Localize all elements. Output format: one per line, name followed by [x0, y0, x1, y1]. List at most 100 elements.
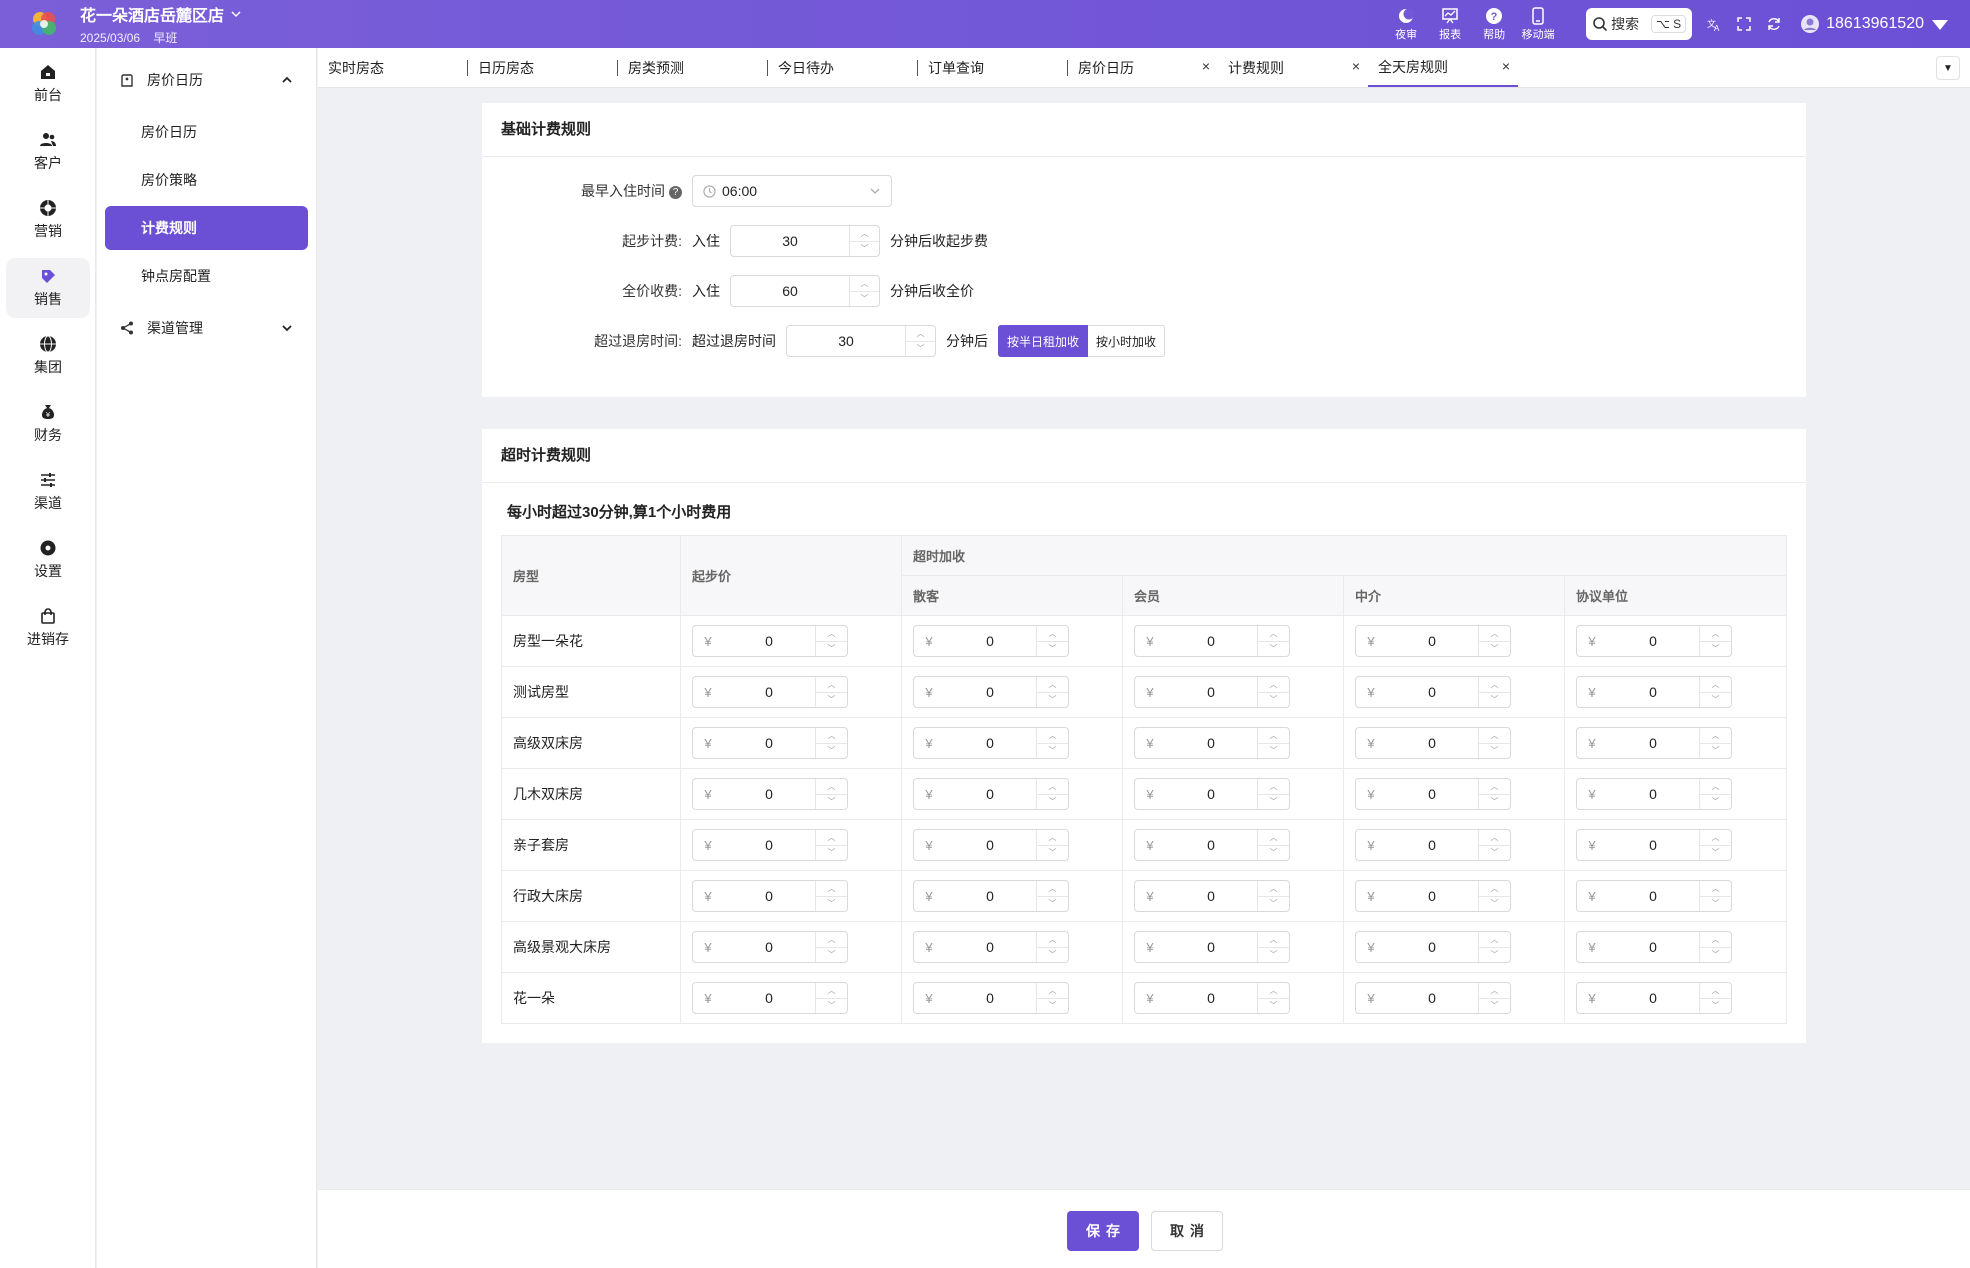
nav-item-front-desk[interactable]: 前台	[6, 54, 90, 114]
increment-icon[interactable]: ︿	[1479, 728, 1510, 743]
close-icon[interactable]: ×	[1352, 58, 1360, 74]
decrement-icon[interactable]: ﹀	[1037, 742, 1068, 759]
increment-icon[interactable]: ︿	[1258, 830, 1289, 845]
nav-item-settings[interactable]: 设置	[6, 530, 90, 590]
help-icon[interactable]: ?	[669, 186, 682, 199]
increment-icon[interactable]: ︿	[1700, 881, 1731, 896]
decrement-icon[interactable]: ﹀	[1700, 997, 1731, 1014]
increment-icon[interactable]: ︿	[1258, 728, 1289, 743]
full-price-minutes-input[interactable]: 60 ︿ ﹀	[730, 275, 880, 307]
nav-item-group[interactable]: 集团	[6, 326, 90, 386]
decrement-icon[interactable]: ﹀	[1258, 793, 1289, 810]
tab-order-query[interactable]: 订单查询	[918, 48, 1068, 87]
decrement-icon[interactable]: ﹀	[1037, 793, 1068, 810]
translate-icon[interactable]: 文A	[1706, 16, 1722, 32]
global-search[interactable]: 搜索 ⌥ S	[1586, 8, 1693, 40]
corporate-price-input[interactable]: ¥0 ︿ ﹀	[1576, 829, 1732, 861]
decrement-icon[interactable]: ﹀	[816, 793, 847, 810]
decrement-icon[interactable]: ﹀	[1479, 946, 1510, 963]
increment-icon[interactable]: ︿	[1700, 677, 1731, 692]
tab-calendar-status[interactable]: 日历房态	[468, 48, 618, 87]
half-day-surcharge-option[interactable]: 按半日租加收	[998, 325, 1089, 357]
decrement-icon[interactable]: ﹀	[1479, 742, 1510, 759]
increment-icon[interactable]: ︿	[1037, 881, 1068, 896]
increment-icon[interactable]: ︿	[1700, 983, 1731, 998]
fullscreen-icon[interactable]	[1736, 16, 1752, 32]
decrement-icon[interactable]: ﹀	[1037, 691, 1068, 708]
decrement-icon[interactable]: ﹀	[1700, 640, 1731, 657]
walkin-price-input[interactable]: ¥0 ︿ ﹀	[913, 778, 1069, 810]
start-price-input[interactable]: ¥0 ︿ ﹀	[692, 676, 848, 708]
refresh-icon[interactable]	[1766, 16, 1782, 32]
nav-item-channel[interactable]: 渠道	[6, 462, 90, 522]
agent-price-input[interactable]: ¥0 ︿ ﹀	[1355, 727, 1511, 759]
walkin-price-input[interactable]: ¥0 ︿ ﹀	[913, 625, 1069, 657]
decrement-icon[interactable]: ﹀	[816, 742, 847, 759]
increment-icon[interactable]: ︿	[816, 779, 847, 794]
tab-realtime-status[interactable]: 实时房态	[318, 48, 468, 87]
corporate-price-input[interactable]: ¥0 ︿ ﹀	[1576, 778, 1732, 810]
start-price-input[interactable]: ¥0 ︿ ﹀	[692, 625, 848, 657]
tab-today-todo[interactable]: 今日待办	[768, 48, 918, 87]
increment-icon[interactable]: ︿	[816, 830, 847, 845]
decrement-icon[interactable]: ﹀	[1479, 691, 1510, 708]
brand-logo[interactable]	[20, 0, 68, 48]
walkin-price-input[interactable]: ¥0 ︿ ﹀	[913, 727, 1069, 759]
decrement-icon[interactable]: ﹀	[1479, 640, 1510, 657]
decrement-icon[interactable]: ﹀	[1037, 946, 1068, 963]
increment-icon[interactable]: ︿	[1479, 983, 1510, 998]
increment-icon[interactable]: ︿	[1479, 626, 1510, 641]
agent-price-input[interactable]: ¥0 ︿ ﹀	[1355, 778, 1511, 810]
tab-price-calendar[interactable]: 房价日历 ×	[1068, 48, 1218, 87]
nav-item-inventory[interactable]: 进销存	[6, 598, 90, 658]
member-price-input[interactable]: ¥0 ︿ ﹀	[1134, 982, 1290, 1014]
increment-icon[interactable]: ︿	[816, 626, 847, 641]
decrement-icon[interactable]: ﹀	[1479, 793, 1510, 810]
increment-icon[interactable]: ︿	[816, 728, 847, 743]
increment-icon[interactable]: ︿	[1700, 728, 1731, 743]
corporate-price-input[interactable]: ¥0 ︿ ﹀	[1576, 727, 1732, 759]
decrement-icon[interactable]: ﹀	[1479, 997, 1510, 1014]
user-menu[interactable]: 18613961520	[1800, 14, 1950, 34]
increment-icon[interactable]: ︿	[816, 932, 847, 947]
member-price-input[interactable]: ¥0 ︿ ﹀	[1134, 931, 1290, 963]
decrement-icon[interactable]: ﹀	[816, 640, 847, 657]
agent-price-input[interactable]: ¥0 ︿ ﹀	[1355, 880, 1511, 912]
tab-billing-rules[interactable]: 计费规则 ×	[1218, 48, 1368, 87]
increment-icon[interactable]: ︿	[1479, 881, 1510, 896]
decrement-icon[interactable]: ﹀	[1700, 691, 1731, 708]
mobile-button[interactable]: 移动端	[1516, 6, 1560, 42]
agent-price-input[interactable]: ¥0 ︿ ﹀	[1355, 829, 1511, 861]
increment-icon[interactable]: ︿	[1037, 779, 1068, 794]
increment-icon[interactable]: ︿	[816, 983, 847, 998]
decrement-icon[interactable]: ﹀	[1258, 997, 1289, 1014]
increment-icon[interactable]: ︿	[906, 326, 935, 341]
start-price-input[interactable]: ¥0 ︿ ﹀	[692, 880, 848, 912]
decrement-icon[interactable]: ﹀	[1700, 742, 1731, 759]
report-button[interactable]: 报表	[1428, 7, 1472, 42]
decrement-icon[interactable]: ﹀	[850, 240, 879, 257]
subnav-item-billing-rules[interactable]: 计费规则	[105, 206, 308, 250]
member-price-input[interactable]: ¥0 ︿ ﹀	[1134, 829, 1290, 861]
agent-price-input[interactable]: ¥0 ︿ ﹀	[1355, 676, 1511, 708]
decrement-icon[interactable]: ﹀	[1258, 895, 1289, 912]
decrement-icon[interactable]: ﹀	[1258, 640, 1289, 657]
tab-list-dropdown[interactable]: ▼	[1936, 56, 1960, 80]
decrement-icon[interactable]: ﹀	[1037, 844, 1068, 861]
start-fee-minutes-input[interactable]: 30 ︿ ﹀	[730, 225, 880, 257]
decrement-icon[interactable]: ﹀	[816, 997, 847, 1014]
subnav-item-price-calendar[interactable]: 房价日历	[105, 110, 308, 154]
decrement-icon[interactable]: ﹀	[1037, 997, 1068, 1014]
increment-icon[interactable]: ︿	[1258, 983, 1289, 998]
subnav-item-price-strategy[interactable]: 房价策略	[105, 158, 308, 202]
increment-icon[interactable]: ︿	[1700, 830, 1731, 845]
decrement-icon[interactable]: ﹀	[1700, 895, 1731, 912]
decrement-icon[interactable]: ﹀	[1700, 793, 1731, 810]
increment-icon[interactable]: ︿	[1037, 728, 1068, 743]
close-icon[interactable]: ×	[1202, 58, 1210, 74]
increment-icon[interactable]: ︿	[1700, 626, 1731, 641]
corporate-price-input[interactable]: ¥0 ︿ ﹀	[1576, 880, 1732, 912]
decrement-icon[interactable]: ﹀	[1258, 742, 1289, 759]
cancel-button[interactable]: 取消	[1151, 1211, 1223, 1251]
tab-full-day-rules[interactable]: 全天房规则 ×	[1368, 48, 1518, 87]
